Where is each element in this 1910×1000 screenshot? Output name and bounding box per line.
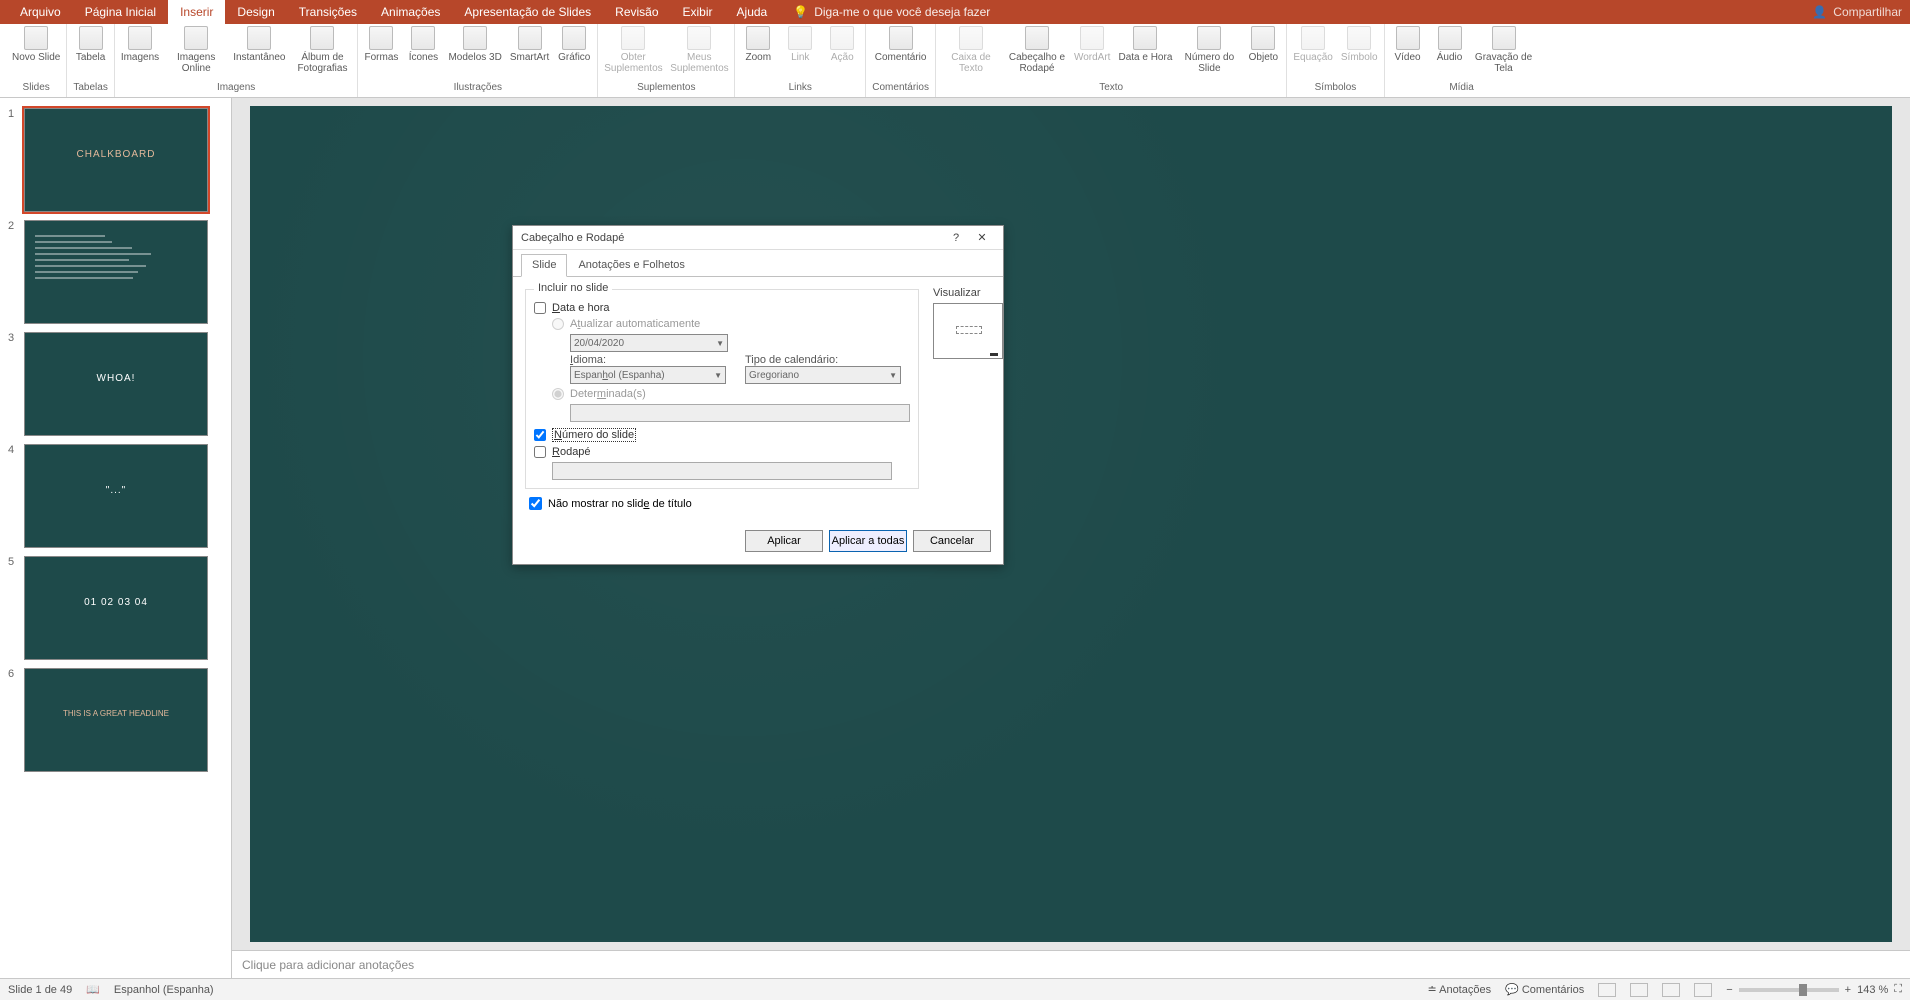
slide-number-row[interactable]: Número do slide	[534, 428, 910, 442]
calendar-select[interactable]: Gregoriano ▼	[745, 366, 901, 384]
zoom-out-button[interactable]: −	[1726, 984, 1732, 996]
zoom-controls: − + 143 % ⛶	[1726, 983, 1902, 996]
footer-row[interactable]: Rodapé	[534, 446, 910, 458]
apply-all-button[interactable]: Aplicar a todas	[829, 530, 907, 552]
status-bar: Slide 1 de 49 📖 Espanhol (Espanha) ≐ Ano…	[0, 978, 1910, 1000]
zoom-in-button[interactable]: +	[1845, 984, 1851, 996]
zoom-slider[interactable]	[1739, 988, 1839, 992]
date-time-label: ata e hora	[560, 302, 610, 314]
help-button[interactable]: ?	[943, 232, 969, 244]
slide-counter: Slide 1 de 49	[8, 984, 72, 996]
preview-box	[933, 303, 1003, 359]
footer-checkbox[interactable]	[534, 446, 546, 458]
spellcheck-icon[interactable]: 📖	[86, 983, 100, 996]
slide-number-checkbox[interactable]	[534, 429, 546, 441]
calendar-label: Tipo de calendário:	[745, 354, 910, 366]
dialog-footer: Aplicar Aplicar a todas Cancelar	[513, 522, 1003, 564]
fixed-radio[interactable]	[552, 388, 564, 400]
dialog-preview-pane: Visualizar	[933, 283, 1003, 512]
dialog-left-pane: Incluir no slide Data e hora Atualizar a…	[525, 283, 919, 512]
calendar-value: Gregoriano	[749, 370, 799, 381]
preview-dotted-area	[956, 326, 982, 334]
date-format-value: 20/04/2020	[574, 338, 624, 349]
fixed-date-input[interactable]	[570, 404, 910, 422]
date-format-select[interactable]: 20/04/2020 ▼	[570, 334, 728, 352]
no-title-checkbox[interactable]	[529, 497, 542, 510]
close-button[interactable]: ✕	[969, 231, 995, 244]
chevron-down-icon: ▼	[889, 371, 897, 380]
apply-button[interactable]: Aplicar	[745, 530, 823, 552]
language-indicator[interactable]: Espanhol (Espanha)	[114, 984, 214, 996]
fieldset-legend: Incluir no slide	[534, 282, 612, 294]
no-title-row[interactable]: Não mostrar no slide de título	[529, 497, 915, 510]
sorter-view-button[interactable]	[1630, 983, 1648, 997]
chevron-down-icon: ▼	[714, 371, 722, 380]
fixed-radio-row[interactable]: Determinada(s)	[552, 388, 910, 400]
date-time-checkbox-row[interactable]: Data e hora	[534, 302, 910, 314]
language-select[interactable]: Espanhol (Espanha) ▼	[570, 366, 726, 384]
cancel-button[interactable]: Cancelar	[913, 530, 991, 552]
auto-update-radio[interactable]	[552, 318, 564, 330]
comments-toggle[interactable]: 💬 Comentários	[1505, 983, 1584, 996]
dialog-tab-notes[interactable]: Anotações e Folhetos	[567, 254, 695, 276]
notes-toggle[interactable]: ≐ Anotações	[1427, 983, 1491, 996]
reading-view-button[interactable]	[1662, 983, 1680, 997]
dialog-tab-slide[interactable]: Slide	[521, 254, 567, 277]
dialog-titlebar[interactable]: Cabeçalho e Rodapé ? ✕	[513, 226, 1003, 250]
zoom-value: 143 %	[1857, 984, 1888, 996]
header-footer-dialog: Cabeçalho e Rodapé ? ✕ Slide Anotações e…	[512, 225, 1004, 565]
date-time-checkbox[interactable]	[534, 302, 546, 314]
auto-update-radio-row[interactable]: Atualizar automaticamente	[552, 318, 910, 330]
dialog-title: Cabeçalho e Rodapé	[521, 232, 943, 244]
preview-slidenum-mark	[990, 353, 998, 356]
normal-view-button[interactable]	[1598, 983, 1616, 997]
dialog-backdrop: Cabeçalho e Rodapé ? ✕ Slide Anotações e…	[0, 0, 1910, 1000]
fit-to-window-button[interactable]: ⛶	[1894, 983, 1902, 996]
dialog-tabs: Slide Anotações e Folhetos	[513, 254, 1003, 277]
chevron-down-icon: ▼	[716, 339, 724, 348]
footer-text-input[interactable]	[552, 462, 892, 480]
preview-label: Visualizar	[933, 287, 1003, 299]
include-fieldset: Incluir no slide Data e hora Atualizar a…	[525, 289, 919, 489]
slideshow-view-button[interactable]	[1694, 983, 1712, 997]
dialog-body: Incluir no slide Data e hora Atualizar a…	[513, 277, 1003, 522]
